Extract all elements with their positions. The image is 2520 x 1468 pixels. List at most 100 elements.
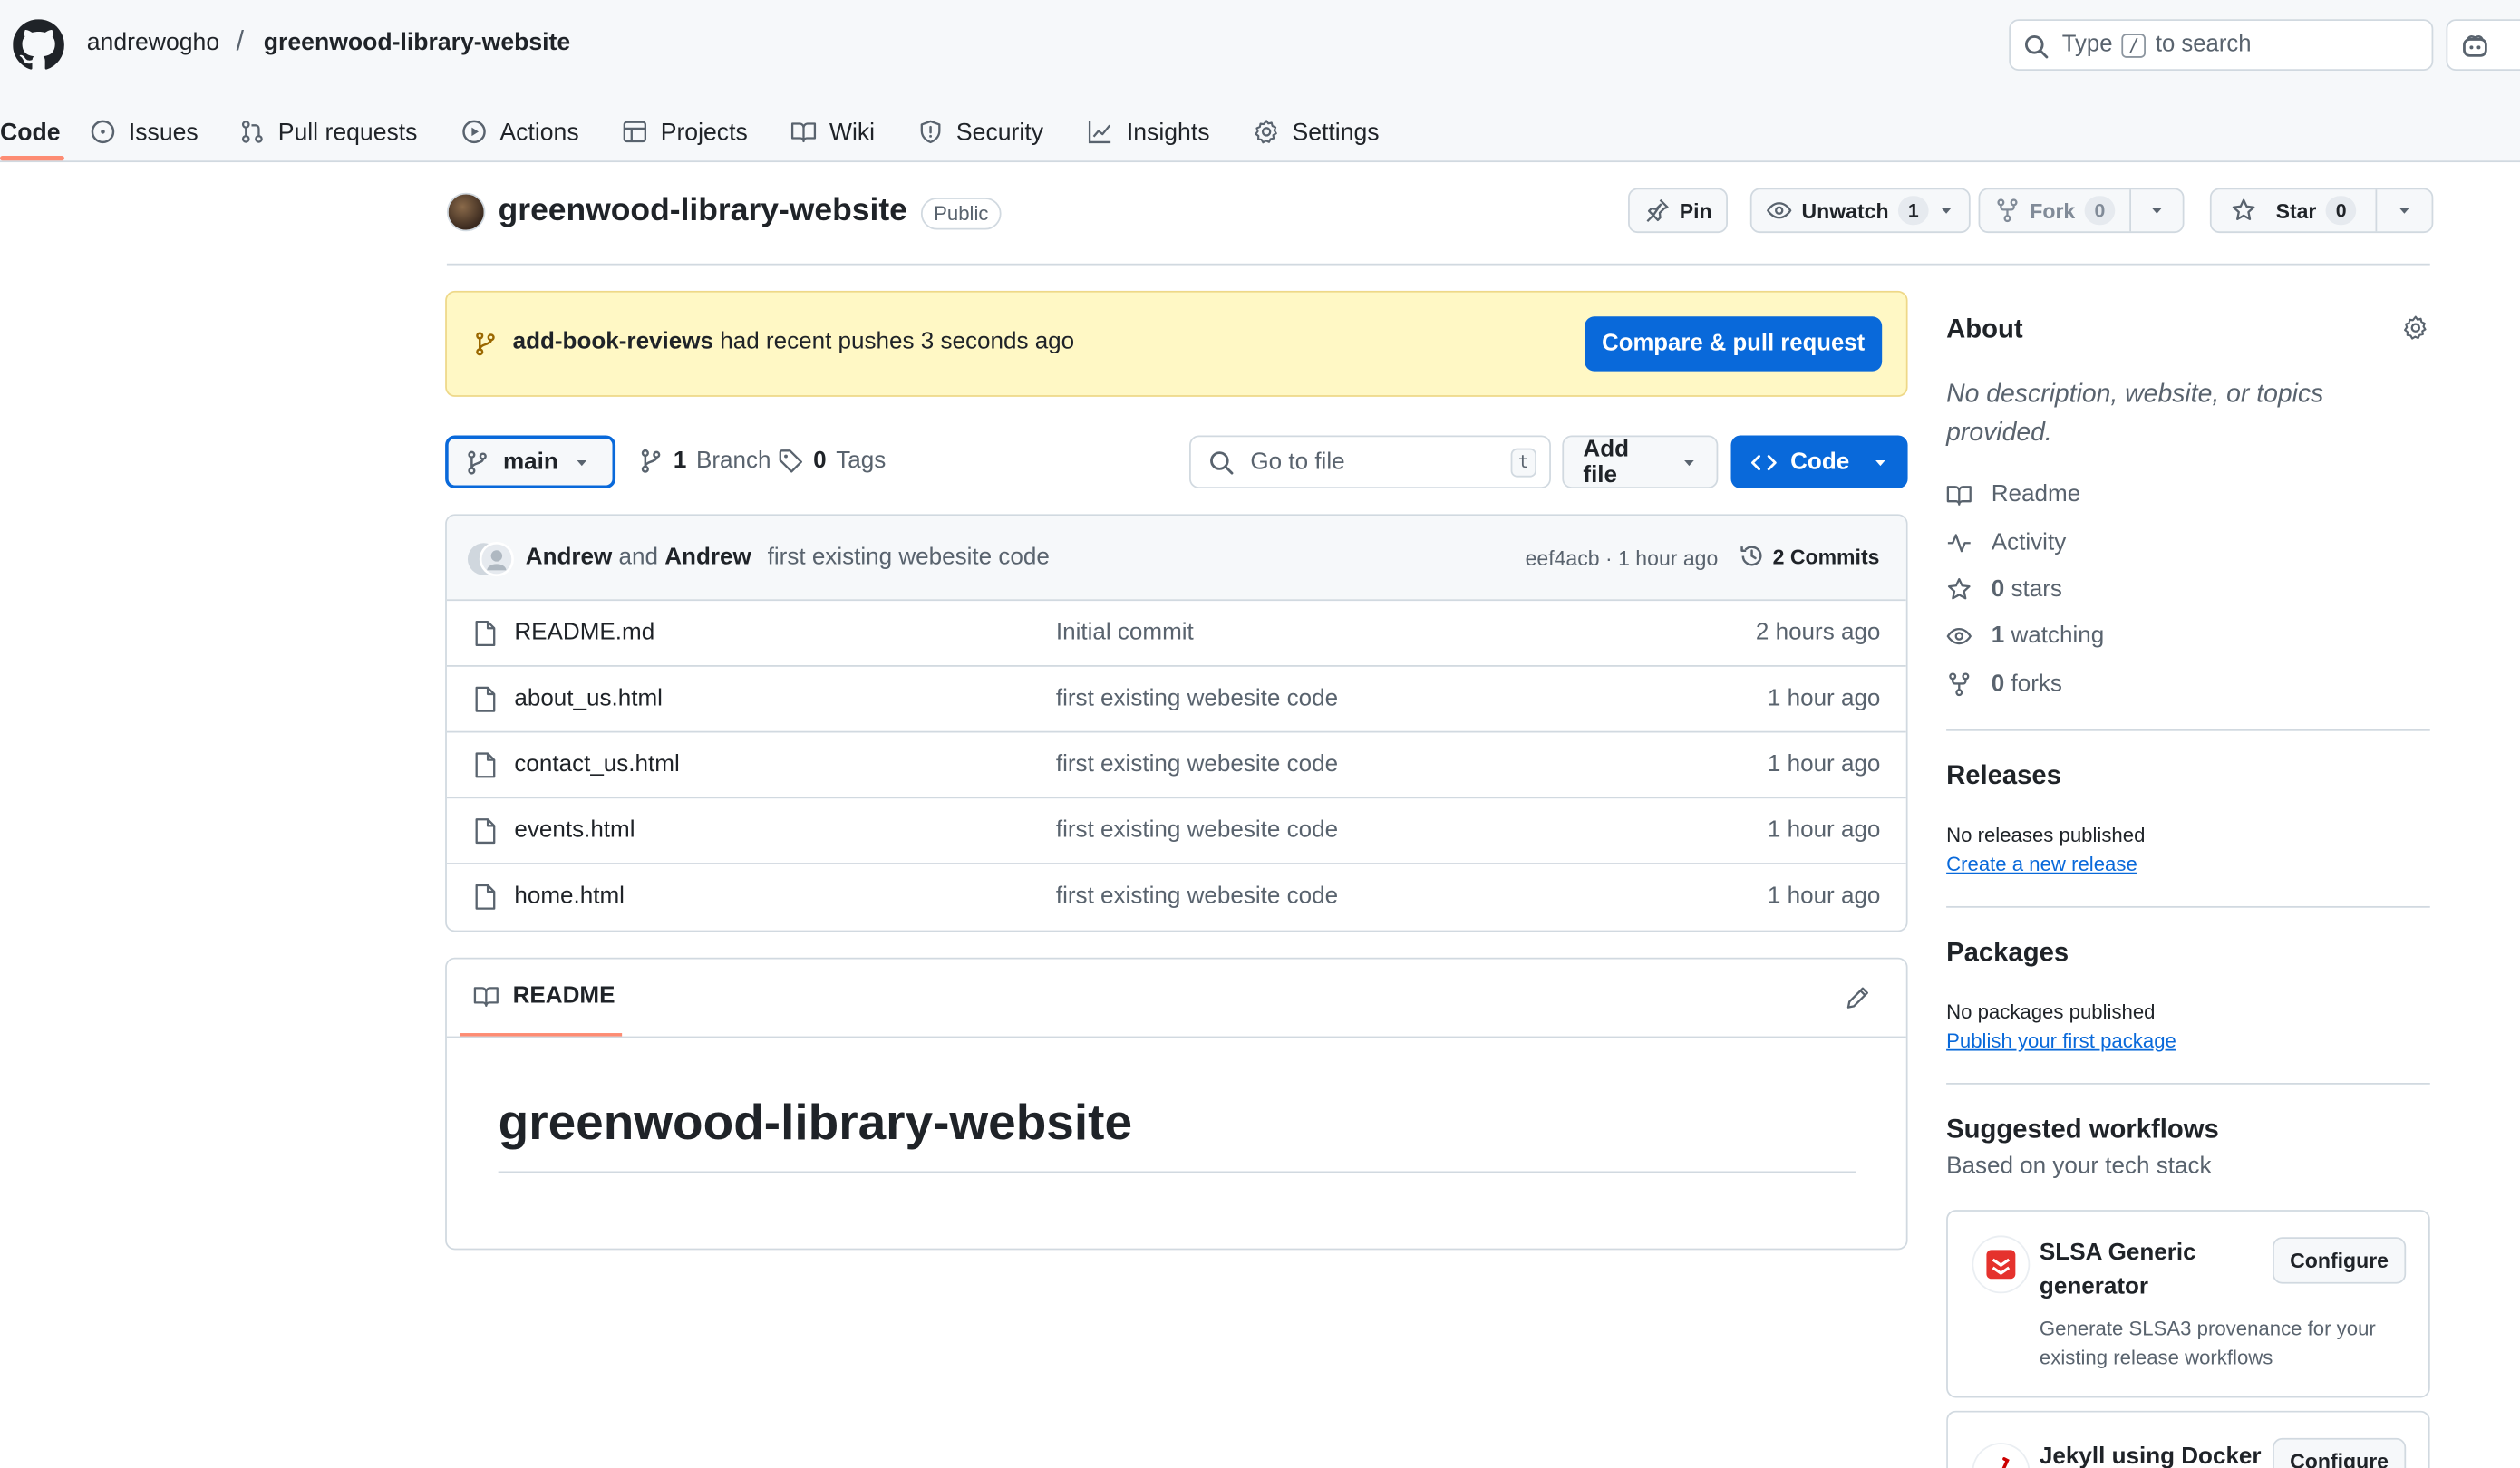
star-button[interactable]: Star 0	[2209, 188, 2434, 234]
sidebar-divider	[1946, 905, 2430, 908]
code-dropdown-button[interactable]: Code	[1730, 435, 1908, 488]
pin-icon	[1644, 198, 1670, 223]
unwatch-button[interactable]: Unwatch 1	[1749, 188, 1971, 234]
packages-heading[interactable]: Packages	[1946, 938, 2069, 969]
file-name[interactable]: about_us.html	[514, 686, 663, 711]
go-to-file-placeholder: Go to file	[1250, 449, 1345, 476]
breadcrumb-repo[interactable]: greenwood-library-website	[264, 29, 570, 56]
sidebar-divider	[1946, 729, 2430, 731]
configure-button[interactable]: Configure	[2273, 1437, 2407, 1468]
graph-icon	[1087, 119, 1114, 144]
file-icon	[474, 752, 497, 779]
packages-empty-text: No packages published	[1946, 1000, 2156, 1024]
book-icon	[1946, 482, 1972, 507]
file-row[interactable]: README.md Initial commit 2 hours ago	[446, 601, 1906, 667]
triangle-down-icon	[1938, 202, 1954, 218]
about-stars-link[interactable]: 0 stars	[1946, 577, 2062, 603]
book-icon	[472, 983, 499, 1009]
file-name[interactable]: events.html	[514, 817, 635, 843]
workflow-title: SLSA Generic generator	[2039, 1240, 2196, 1300]
file-commit-message[interactable]: first existing webesite code	[1056, 817, 1338, 843]
tab-security[interactable]: Security	[917, 110, 1043, 155]
commit-author-1[interactable]: Andrew	[526, 545, 612, 570]
pencil-icon[interactable]	[1845, 985, 1870, 1010]
file-listing: Andrew and Andrew first existing webesit…	[445, 514, 1908, 932]
tab-issues[interactable]: Issues	[90, 110, 199, 155]
eye-icon	[1766, 198, 1792, 223]
about-description: No description, website, or topics provi…	[1946, 381, 2324, 447]
about-activity-link[interactable]: Activity	[1946, 530, 2066, 555]
releases-heading[interactable]: Releases	[1946, 761, 2061, 792]
about-forks-link[interactable]: 0 forks	[1946, 671, 2062, 697]
configure-button[interactable]: Configure	[2273, 1237, 2407, 1284]
commits-history-link[interactable]: 2 Commits	[1739, 543, 1879, 568]
tab-wiki[interactable]: Wiki	[790, 110, 875, 155]
file-name[interactable]: contact_us.html	[514, 752, 679, 777]
tab-insights[interactable]: Insights	[1087, 110, 1210, 155]
git-branch-icon	[472, 331, 498, 356]
readme-tab-indicator	[460, 1033, 623, 1037]
tab-actions[interactable]: Actions	[461, 110, 579, 155]
publish-package-link[interactable]: Publish your first package	[1946, 1029, 2176, 1052]
tab-projects[interactable]: Projects	[622, 110, 748, 155]
go-to-file-shortcut-key: t	[1510, 448, 1536, 478]
file-row[interactable]: events.html first existing webesite code…	[446, 798, 1906, 864]
banner-message: had recent pushes 3 seconds ago	[720, 329, 1075, 355]
github-logo-icon[interactable]	[13, 19, 64, 71]
add-file-button[interactable]: Add file	[1562, 435, 1719, 488]
releases-empty-text: No releases published	[1946, 824, 2146, 847]
file-name[interactable]: home.html	[514, 884, 625, 909]
file-icon	[474, 686, 497, 713]
about-readme-link[interactable]: Readme	[1946, 482, 2080, 507]
breadcrumb-owner[interactable]: andrewogho	[87, 29, 219, 56]
compare-pull-request-button[interactable]: Compare & pull request	[1585, 316, 1883, 372]
global-search-input[interactable]: Type / to search	[2009, 19, 2434, 72]
commit-message[interactable]: first existing webesite code	[768, 545, 1050, 570]
commit-hash-time[interactable]: eef4acb · 1 hour ago	[1526, 546, 1719, 571]
repo-forked-icon	[1946, 671, 1972, 697]
copilot-button[interactable]	[2446, 19, 2520, 72]
file-commit-age: 1 hour ago	[1767, 751, 1881, 778]
fork-dropdown-button[interactable]	[2131, 189, 2183, 231]
file-commit-message[interactable]: first existing webesite code	[1056, 884, 1338, 909]
fork-button[interactable]: Fork 0	[1978, 188, 2185, 234]
commit-author-avatars[interactable]	[466, 541, 514, 577]
readme-tab[interactable]: README	[472, 983, 615, 1009]
pin-button[interactable]: Pin	[1628, 188, 1729, 234]
branch-selector[interactable]: main	[445, 435, 616, 488]
file-row[interactable]: about_us.html first existing webesite co…	[446, 667, 1906, 733]
watch-count: 1	[1898, 196, 1929, 226]
star-icon	[2231, 198, 2256, 223]
branches-link[interactable]: 1 Branch	[638, 449, 771, 474]
header-divider	[446, 263, 2430, 266]
gear-icon[interactable]	[2403, 315, 2428, 341]
workflow-card: SLSA Generic generator Configure Generat…	[1946, 1210, 2430, 1398]
jekyll-logo-icon	[1973, 1444, 2029, 1468]
code-icon	[1750, 449, 1778, 475]
star-dropdown-button[interactable]	[2377, 189, 2431, 231]
tags-link[interactable]: 0 Tags	[778, 449, 886, 474]
file-name[interactable]: README.md	[514, 620, 654, 645]
file-commit-message[interactable]: first existing webesite code	[1056, 752, 1338, 777]
star-icon	[1946, 577, 1972, 603]
file-commit-message[interactable]: Initial commit	[1056, 620, 1194, 645]
commit-author-2[interactable]: Andrew	[664, 545, 751, 570]
file-commit-message[interactable]: first existing webesite code	[1056, 686, 1338, 711]
file-row[interactable]: contact_us.html first existing webesite …	[446, 732, 1906, 799]
tab-pull-requests[interactable]: Pull requests	[239, 110, 417, 155]
file-commit-age: 1 hour ago	[1767, 884, 1881, 910]
go-to-file-input[interactable]: Go to file t	[1189, 435, 1551, 488]
repo-title[interactable]: greenwood-library-website	[499, 193, 907, 230]
about-watching-link[interactable]: 1 watching	[1946, 623, 2104, 649]
banner-branch-name[interactable]: add-book-reviews	[513, 329, 713, 354]
file-commit-age: 2 hours ago	[1755, 620, 1881, 646]
create-release-link[interactable]: Create a new release	[1946, 853, 2137, 875]
workflow-card: Jekyll using Docker Configure	[1946, 1410, 2430, 1468]
file-row[interactable]: home.html first existing webesite code 1…	[447, 864, 1906, 931]
search-icon	[2023, 34, 2049, 59]
tab-code[interactable]: Code	[0, 110, 60, 155]
table-icon	[622, 119, 647, 144]
pulse-icon	[1946, 530, 1972, 555]
tab-settings[interactable]: Settings	[1254, 110, 1380, 155]
owner-avatar[interactable]	[446, 192, 486, 232]
